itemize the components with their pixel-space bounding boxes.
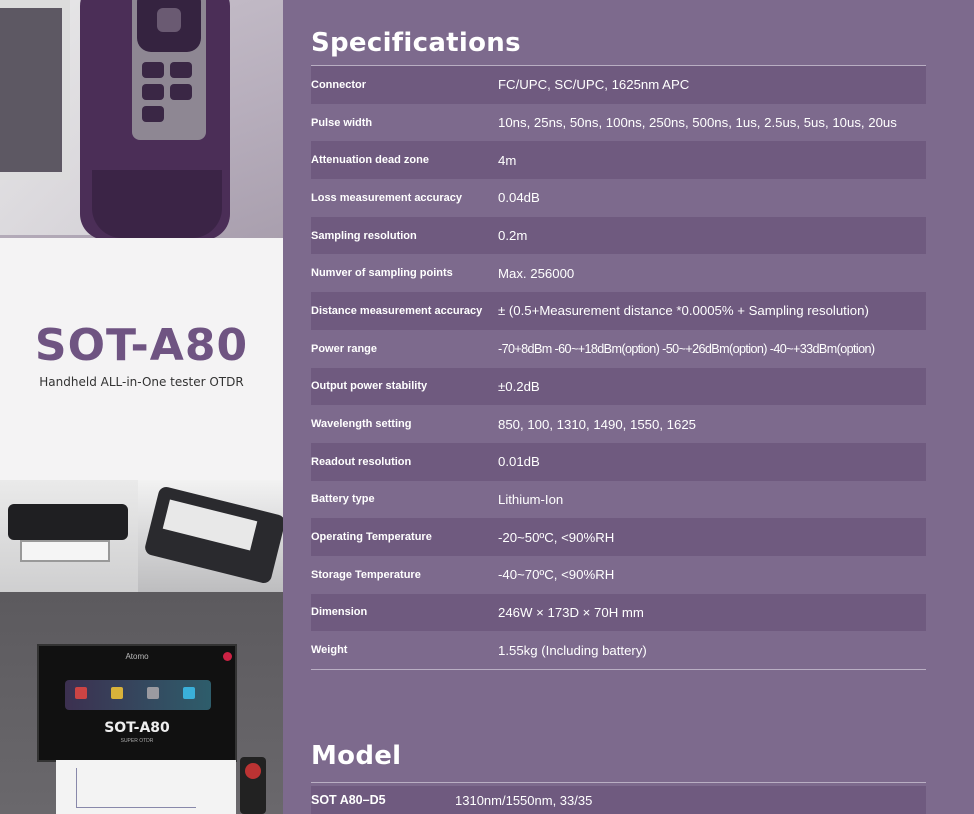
device-bumper [92, 170, 222, 238]
spec-value: 10ns, 25ns, 50ns, 100ns, 250ns, 500ns, 1… [498, 115, 897, 131]
device-button [170, 62, 192, 78]
spec-value: -70+8dBm -60~+18dBm(option) -50~+26dBm(o… [498, 341, 875, 356]
spec-value: 4m [498, 152, 517, 168]
screen-model-name: SOT-A80 [104, 720, 170, 736]
spec-value: 0.2m [498, 228, 528, 244]
device-closeup-photo [0, 0, 283, 238]
spec-key: Output power stability [311, 380, 428, 393]
vfl-icon [147, 687, 159, 699]
spec-row-sampling-points: Numver of sampling points Max. 256000 [311, 254, 926, 292]
spec-row-output-stability: Output power stability ±0.2dB [311, 367, 926, 406]
spec-key: Dimension [311, 606, 368, 619]
spec-column: Specifications Connector FC/UPC, SC/UPC,… [283, 0, 974, 814]
spec-key: Battery type [311, 493, 375, 506]
brand-panel: SOT-A80 Handheld ALL-in-One tester OTDR [0, 238, 283, 480]
product-image-column: SOT-A80 Handheld ALL-in-One tester OTDR … [0, 0, 283, 814]
spec-key: Power range [311, 342, 378, 355]
device-stand [20, 540, 110, 562]
spec-row-power-range: Power range -70+8dBm -60~+18dBm(option) … [311, 330, 926, 368]
spec-value: Lithium-Ion [498, 491, 564, 507]
spec-key: Connector [311, 78, 366, 91]
trace-printout [56, 760, 236, 814]
device-side-photo [0, 480, 138, 592]
model-top-divider [311, 782, 926, 783]
spec-value: 0.04dB [498, 190, 540, 206]
spec-row-readout-resolution: Readout resolution 0.01dB [311, 442, 926, 481]
screen-mockup: Atomo SOT-A80 SUPER OTDR [37, 644, 237, 762]
spec-value: 0.01dB [498, 454, 540, 470]
specifications-table: Connector FC/UPC, SC/UPC, 1625nm APC Pul… [311, 66, 926, 669]
spec-key: Sampling resolution [311, 229, 417, 242]
power-indicator-icon [223, 652, 232, 661]
spec-row-connector: Connector FC/UPC, SC/UPC, 1625nm APC [311, 66, 926, 104]
spec-value: -20~50ºC, <90%RH [498, 529, 615, 545]
spec-row-dimension: Dimension 246W × 173D × 70H mm [311, 593, 926, 632]
spec-key: Wavelength setting [311, 418, 412, 431]
spec-value: 850, 100, 1310, 1490, 1550, 1625 [498, 416, 696, 432]
product-subtitle: Handheld ALL-in-One tester OTDR [39, 375, 244, 389]
spec-key: Distance measurement accuracy [311, 304, 483, 317]
screen-model-sub: SUPER OTDR [120, 738, 154, 744]
dpad-icon [137, 0, 201, 52]
device-button [142, 84, 164, 100]
spec-value: ±0.2dB [498, 378, 540, 394]
spec-bottom-divider [311, 669, 926, 670]
device-button [142, 106, 164, 122]
model-heading: Model [311, 741, 402, 771]
spec-row-distance-accuracy: Distance measurement accuracy ± (0.5+Mea… [311, 292, 926, 330]
spec-row-weight: Weight 1.55kg (Including battery) [311, 631, 926, 669]
otdr-icon [75, 687, 87, 699]
spec-row-sampling-resolution: Sampling resolution 0.2m [311, 216, 926, 255]
model-row: SOT A80–D5 1310nm/1550nm, 33/35 [311, 786, 926, 814]
spec-value: Max. 256000 [498, 265, 575, 281]
spec-row-operating-temp: Operating Temperature -20~50ºC, <90%RH [311, 518, 926, 556]
spec-key: Attenuation dead zone [311, 154, 429, 167]
spec-value: -40~70ºC, <90%RH [498, 567, 615, 583]
spec-key: Readout resolution [311, 455, 412, 468]
spec-value: 246W × 173D × 70H mm [498, 604, 644, 620]
device-screen-photo: Atomo SOT-A80 SUPER OTDR [0, 592, 283, 814]
spec-key: Weight [311, 644, 348, 657]
device-angle-photos [0, 480, 283, 592]
device-button [170, 84, 192, 100]
device-side-body [8, 504, 128, 540]
spec-row-attenuation-dead-zone: Attenuation dead zone 4m [311, 141, 926, 180]
screen-logo: Atomo [125, 652, 149, 661]
spec-row-pulse-width: Pulse width 10ns, 25ns, 50ns, 100ns, 250… [311, 104, 926, 142]
spec-value: 1.55kg (Including battery) [498, 642, 647, 658]
spec-row-storage-temp: Storage Temperature -40~70ºC, <90%RH [311, 556, 926, 594]
spec-key: Operating Temperature [311, 531, 432, 544]
trace-graph [76, 768, 196, 808]
model-key: SOT A80–D5 [311, 793, 386, 807]
spec-row-battery: Battery type Lithium-Ion [311, 481, 926, 519]
opm-icon [111, 687, 123, 699]
spec-key: Storage Temperature [311, 568, 421, 581]
spec-value: ± (0.5+Measurement distance *0.0005% + S… [498, 303, 869, 319]
spec-key: Pulse width [311, 116, 373, 129]
spec-row-loss-accuracy: Loss measurement accuracy 0.04dB [311, 179, 926, 217]
settings-icon [183, 687, 195, 699]
handset-device [240, 757, 266, 814]
screen-app-bar [65, 680, 211, 710]
device-screen [0, 0, 70, 180]
spec-value: FC/UPC, SC/UPC, 1625nm APC [498, 77, 690, 93]
model-value: 1310nm/1550nm, 33/35 [455, 792, 593, 808]
handset-button-icon [245, 763, 261, 779]
specifications-heading: Specifications [311, 28, 521, 58]
spec-key: Loss measurement accuracy [311, 191, 463, 204]
spec-row-wavelength: Wavelength setting 850, 100, 1310, 1490,… [311, 405, 926, 443]
product-model-name: SOT-A80 [34, 320, 249, 371]
spec-key: Numver of sampling points [311, 267, 453, 280]
device-button [142, 62, 164, 78]
